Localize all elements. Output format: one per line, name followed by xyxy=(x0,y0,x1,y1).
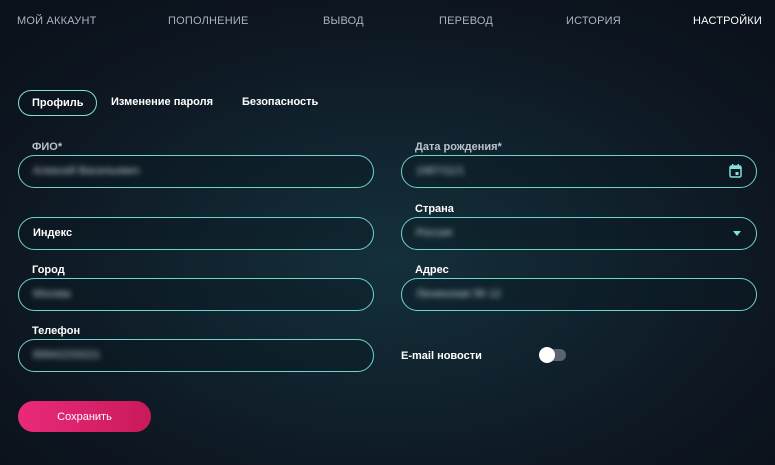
birthdate-input[interactable]: 1987/11/1 xyxy=(401,155,757,188)
toggle-knob xyxy=(539,347,555,363)
nav-my-account[interactable]: МОЙ АККАУНТ xyxy=(17,15,97,27)
nav-deposit[interactable]: ПОПОЛНЕНИЕ xyxy=(168,15,249,27)
nav-history[interactable]: ИСТОРИЯ xyxy=(566,15,621,27)
city-label: Город xyxy=(32,264,65,276)
address-input[interactable]: Ленинская 56 12 xyxy=(401,278,757,311)
tab-security[interactable]: Безопасность xyxy=(242,90,318,116)
nav-transfer[interactable]: ПЕРЕВОД xyxy=(439,15,493,27)
country-label: Страна xyxy=(415,203,454,215)
fio-label: ФИО* xyxy=(32,141,63,153)
address-label: Адрес xyxy=(415,264,449,276)
city-input[interactable]: Москва xyxy=(18,278,374,311)
city-value: Москва xyxy=(33,288,71,300)
top-navigation: МОЙ АККАУНТ ПОПОЛНЕНИЕ ВЫВОД ПЕРЕВОД ИСТ… xyxy=(0,0,775,44)
save-button[interactable]: Сохранить xyxy=(18,401,151,432)
birthdate-label: Дата рождения* xyxy=(415,141,502,153)
nav-settings[interactable]: НАСТРОЙКИ xyxy=(693,15,762,27)
phone-label: Телефон xyxy=(32,325,81,337)
email-news-label: E-mail новости xyxy=(401,350,482,362)
tab-profile[interactable]: Профиль xyxy=(18,90,98,116)
phone-input[interactable]: 89942233221 xyxy=(18,339,374,372)
index-placeholder: Индекс xyxy=(33,227,73,239)
chevron-down-icon[interactable] xyxy=(733,231,741,236)
address-value: Ленинская 56 12 xyxy=(416,288,501,300)
settings-page: МОЙ АККАУНТ ПОПОЛНЕНИЕ ВЫВОД ПЕРЕВОД ИСТ… xyxy=(0,0,775,465)
nav-withdraw[interactable]: ВЫВОД xyxy=(323,15,364,27)
phone-value: 89942233221 xyxy=(33,349,101,361)
country-select[interactable]: Россия xyxy=(401,217,757,250)
fio-input[interactable]: Алексей Васильевич xyxy=(18,155,374,188)
tab-change-password[interactable]: Изменение пароля xyxy=(111,90,213,116)
fio-value: Алексей Васильевич xyxy=(33,165,140,177)
email-news-toggle[interactable] xyxy=(539,347,566,363)
country-value: Россия xyxy=(416,227,453,239)
birthdate-value: 1987/11/1 xyxy=(416,165,465,177)
index-input[interactable]: Индекс xyxy=(18,217,374,250)
calendar-icon[interactable] xyxy=(729,164,742,178)
